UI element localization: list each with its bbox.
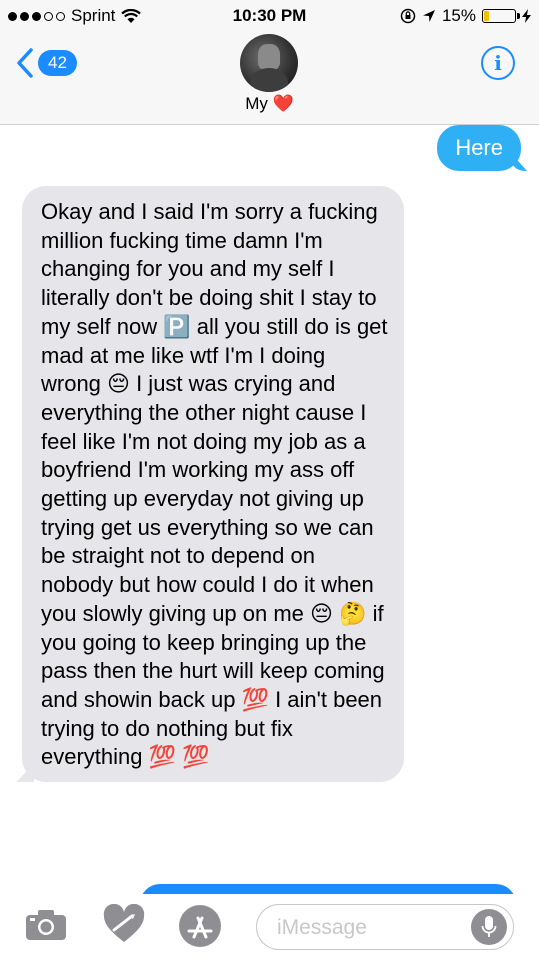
status-bar: Sprint 10:30 PM 15% <box>0 0 539 32</box>
message-input-bar: iMessage <box>0 894 539 960</box>
outgoing-message-bubble[interactable]: Here <box>437 125 521 171</box>
microphone-button[interactable] <box>471 909 507 945</box>
contact-name[interactable]: My ❤️ <box>0 94 539 114</box>
imessage-input[interactable]: iMessage <box>256 904 514 950</box>
conversation-header: 42 My ❤️ i <box>0 32 539 125</box>
back-button[interactable]: 42 <box>16 48 77 78</box>
contact-avatar[interactable] <box>240 34 298 92</box>
status-right: 15% <box>400 6 531 26</box>
location-arrow-icon <box>422 10 435 22</box>
contact-name-text: My <box>245 94 268 113</box>
imessage-placeholder: iMessage <box>277 916 367 939</box>
charging-bolt-icon <box>522 9 531 23</box>
chevron-left-icon <box>17 48 33 78</box>
message-text: Here <box>455 135 503 160</box>
app-store-icon[interactable] <box>178 904 222 948</box>
heart-emoji: ❤️ <box>272 94 294 113</box>
battery-icon <box>482 9 520 23</box>
unread-count-badge: 42 <box>38 50 77 76</box>
incoming-message-bubble[interactable]: Okay and I said I'm sorry a fucking mill… <box>22 186 404 783</box>
lock-rotation-icon <box>400 8 416 24</box>
message-text: Okay and I said I'm sorry a fucking mill… <box>41 199 394 770</box>
microphone-icon <box>481 916 497 937</box>
info-button[interactable]: i <box>481 46 515 80</box>
battery-percent: 15% <box>441 6 476 25</box>
digital-touch-heart-icon[interactable] <box>102 904 146 944</box>
camera-icon[interactable] <box>24 908 68 942</box>
